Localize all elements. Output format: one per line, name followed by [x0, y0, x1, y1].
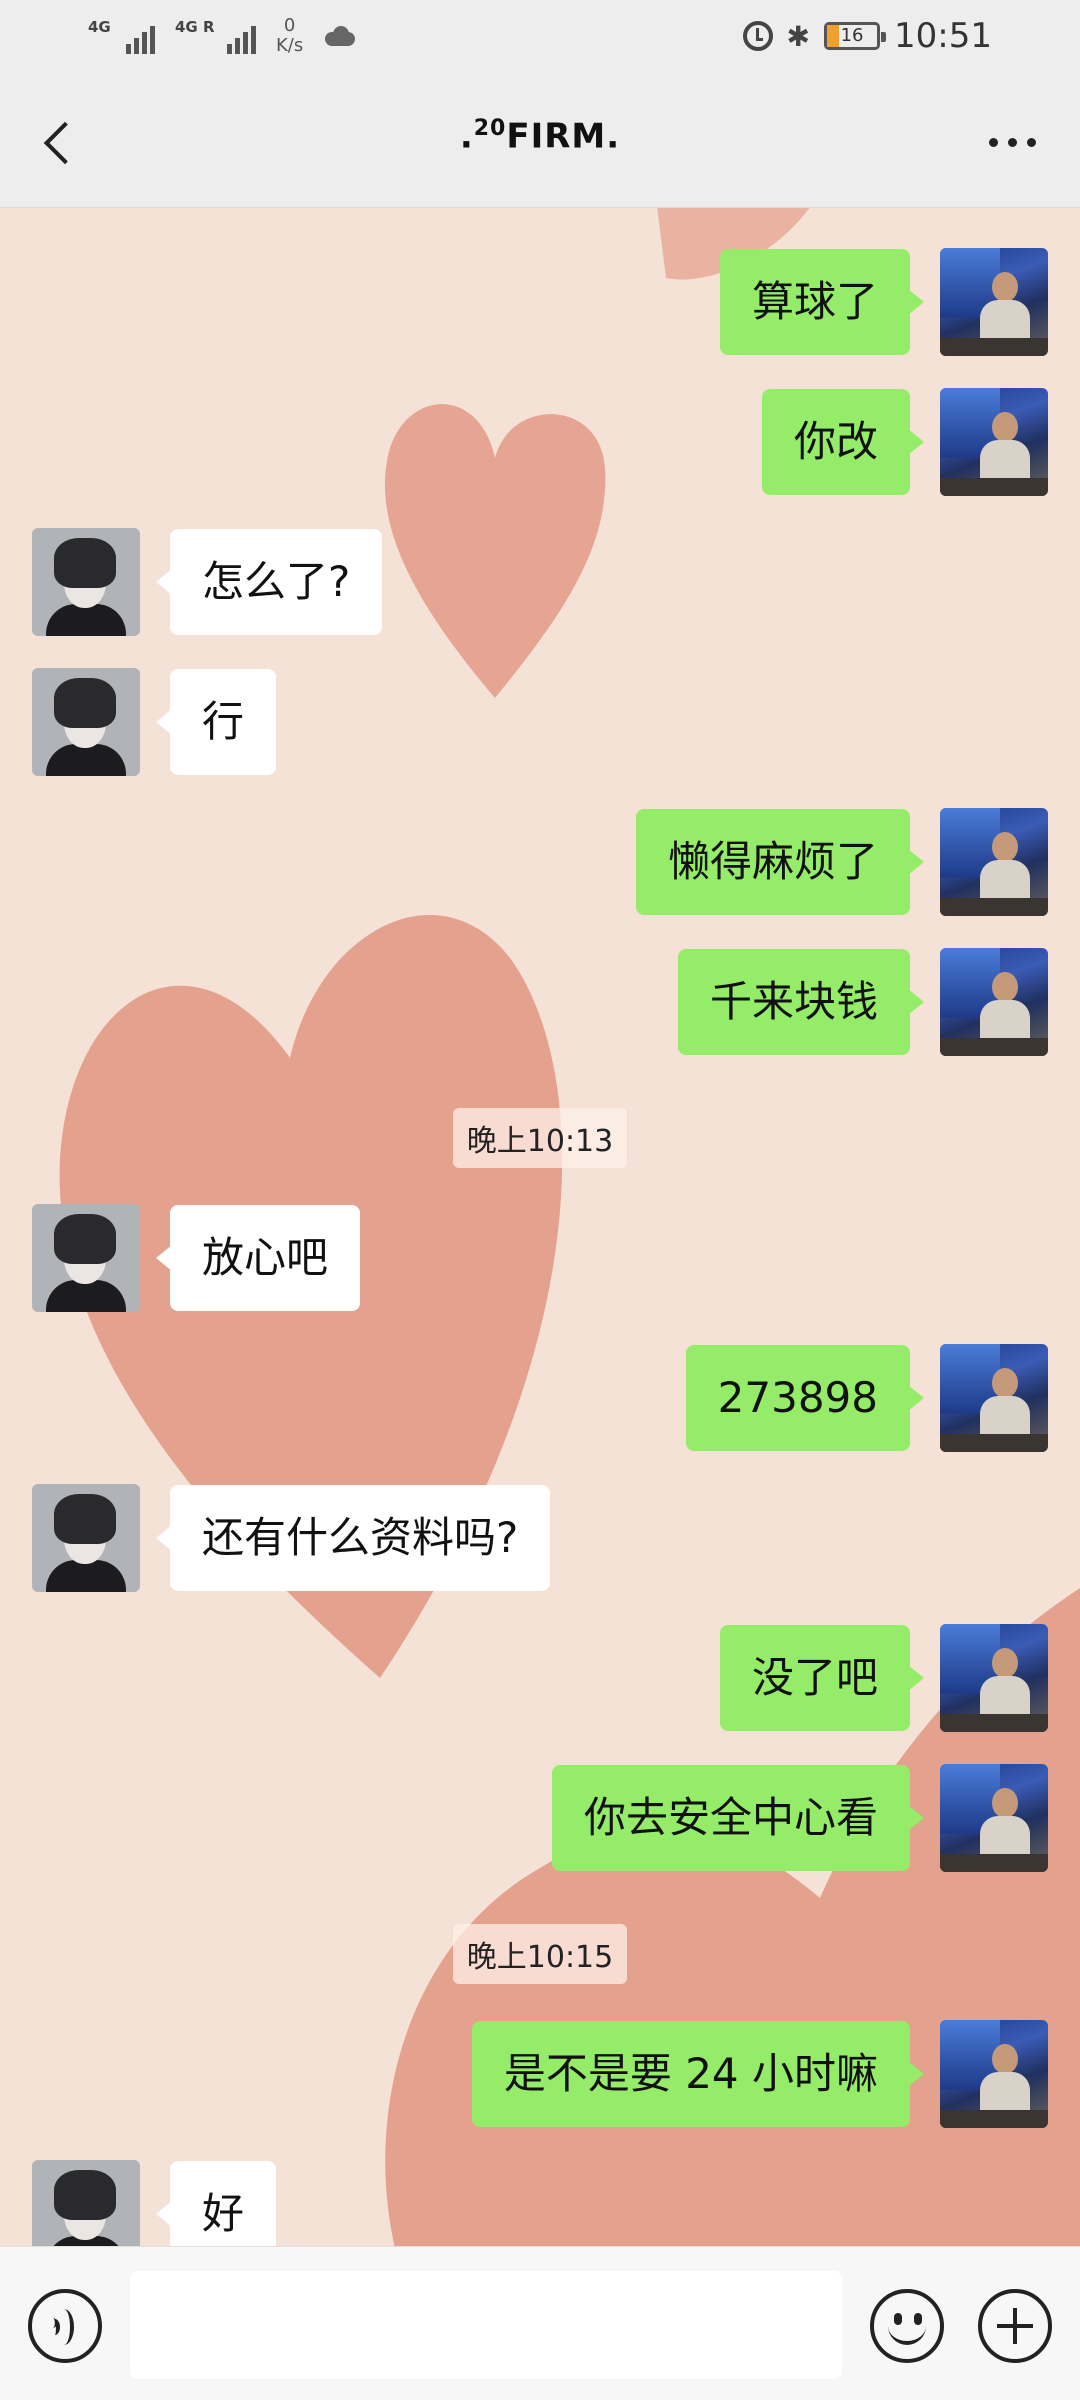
message-bubble[interactable]: 273898	[685, 1345, 925, 1451]
message-bubble[interactable]: 是不是要 24 小时嘛	[471, 2021, 925, 2127]
avatar-contact[interactable]	[32, 1484, 140, 1592]
timestamp-text: 晚上10:13	[452, 1108, 628, 1168]
bluetooth-icon: ✱	[786, 19, 811, 53]
message-bubble[interactable]: 千来块钱	[677, 949, 925, 1055]
plus-circle-icon[interactable]	[978, 2289, 1052, 2363]
message-sent: 没了吧	[719, 1624, 1048, 1732]
battery-level: 16	[840, 25, 864, 46]
avatar-self[interactable]	[940, 388, 1048, 496]
message-input[interactable]	[130, 2271, 842, 2379]
input-bar	[0, 2246, 1080, 2400]
status-right: ✱ 16 10:51	[742, 16, 992, 56]
voice-icon[interactable]	[28, 2289, 102, 2363]
message-sent: 你改	[761, 388, 1048, 496]
avatar-self[interactable]	[940, 2020, 1048, 2128]
message-bubble[interactable]: 算球了	[719, 249, 925, 355]
cloud-icon	[323, 26, 357, 46]
timestamp: 晚上10:13	[0, 1108, 1080, 1168]
signal-icon: 4G	[88, 14, 155, 54]
message-received: 行	[32, 668, 277, 776]
avatar-self[interactable]	[940, 808, 1048, 916]
message-sent: 是不是要 24 小时嘛	[471, 2020, 1048, 2128]
title-superscript: 20	[473, 116, 507, 141]
message-received: 好	[32, 2160, 277, 2246]
message-received: 放心吧	[32, 1204, 361, 1312]
speed-value: 0	[283, 15, 296, 36]
signal-label: 4G R	[175, 18, 215, 36]
network-speed: 0 K/s	[276, 16, 303, 56]
avatar-contact[interactable]	[32, 668, 140, 776]
status-left: 4G 4G R 0 K/s	[88, 14, 357, 56]
message-sent: 懒得麻烦了	[635, 808, 1048, 916]
chat-area[interactable]: 算球了你改怎么了? 行懒得麻烦了千来块钱 晚上10:13 放心吧 273898 还有什么资…	[0, 208, 1080, 2246]
wallpaper-heart	[384, 404, 606, 698]
more-dots-icon[interactable]	[989, 138, 1036, 147]
message-sent: 千来块钱	[677, 948, 1048, 1056]
message-bubble[interactable]: 还有什么资料吗?	[155, 1485, 551, 1591]
avatar-contact[interactable]	[32, 528, 140, 636]
emoji-icon[interactable]	[870, 2289, 944, 2363]
title-prefix: .	[459, 116, 474, 157]
avatar-self[interactable]	[940, 1624, 1048, 1732]
title-main: FIRM.	[506, 116, 621, 157]
status-bar: 4G 4G R 0 K/s ✱ 16 10:51	[0, 0, 1080, 80]
chat-header: .20FIRM.	[0, 80, 1080, 208]
avatar-contact[interactable]	[32, 1204, 140, 1312]
message-bubble[interactable]: 没了吧	[719, 1625, 925, 1731]
message-bubble[interactable]: 你去安全中心看	[551, 1765, 925, 1871]
avatar-contact[interactable]	[32, 2160, 140, 2246]
message-received: 还有什么资料吗?	[32, 1484, 551, 1592]
message-bubble[interactable]: 你改	[761, 389, 925, 495]
avatar-self[interactable]	[940, 248, 1048, 356]
message-bubble[interactable]: 怎么了?	[155, 529, 383, 635]
message-received: 怎么了?	[32, 528, 383, 636]
clock: 10:51	[894, 16, 992, 56]
timestamp: 晚上10:15	[0, 1924, 1080, 1984]
message-bubble[interactable]: 行	[155, 669, 277, 775]
message-sent: 算球了	[719, 248, 1048, 356]
alarm-icon	[742, 21, 773, 51]
avatar-self[interactable]	[940, 1764, 1048, 1872]
signal-label: 4G	[88, 18, 111, 36]
timestamp-text: 晚上10:15	[452, 1924, 628, 1984]
avatar-self[interactable]	[940, 1344, 1048, 1452]
message-bubble[interactable]: 懒得麻烦了	[635, 809, 925, 915]
message-bubble[interactable]: 放心吧	[155, 1205, 361, 1311]
avatar-self[interactable]	[940, 948, 1048, 1056]
signal-icon: 4G R	[175, 14, 256, 54]
message-sent: 273898	[685, 1344, 1048, 1452]
speed-unit: K/s	[276, 35, 304, 56]
battery-icon: 16	[824, 22, 887, 50]
message-sent: 你去安全中心看	[551, 1764, 1048, 1872]
message-bubble[interactable]: 好	[155, 2161, 277, 2246]
chat-title: .20FIRM.	[0, 116, 1080, 156]
